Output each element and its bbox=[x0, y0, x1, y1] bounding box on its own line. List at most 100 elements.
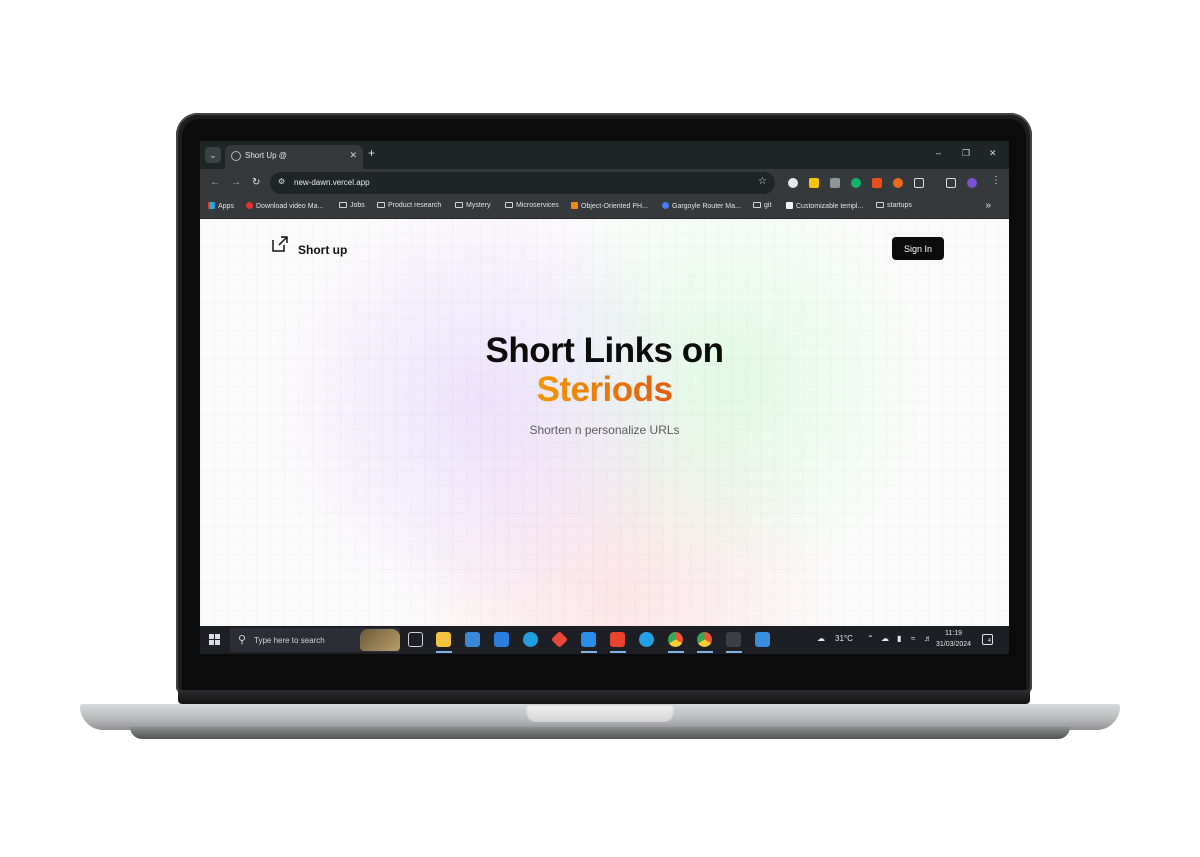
extension-yellow-icon[interactable] bbox=[809, 178, 819, 188]
bookmark-git[interactable]: git bbox=[753, 202, 771, 209]
vscode-icon[interactable] bbox=[581, 632, 596, 647]
bookmark-star-icon[interactable]: ☆ bbox=[758, 176, 767, 187]
notification-icon[interactable]: 4 bbox=[982, 634, 993, 645]
google-icon bbox=[662, 202, 669, 209]
extension-grammarly-icon[interactable] bbox=[851, 178, 861, 188]
browser-toolbar: ← → ↻ ⚙ new-dawn.vercel.app ☆ ⋮ bbox=[200, 169, 1009, 197]
brand-name[interactable]: Short up bbox=[298, 243, 347, 257]
menu-kebab-icon[interactable]: ⋮ bbox=[991, 175, 1001, 186]
template-icon bbox=[786, 202, 793, 209]
running-indicator bbox=[436, 651, 452, 653]
bookmark-download-video[interactable]: Download video Ma... bbox=[246, 202, 323, 210]
edge-icon[interactable] bbox=[523, 632, 538, 647]
sign-in-button[interactable]: Sign In bbox=[892, 237, 944, 260]
terminal-icon[interactable] bbox=[726, 632, 741, 647]
weather-icon[interactable]: ☁ bbox=[817, 634, 825, 643]
browser-tab-strip: ⌄ Short Up @ ✕ + – ❐ ✕ bbox=[200, 141, 1009, 169]
laptop-base-notch bbox=[526, 704, 674, 722]
folder-icon bbox=[377, 202, 385, 208]
bookmark-product-research[interactable]: Product research bbox=[377, 202, 441, 209]
hero-title-line1: Short Links on bbox=[485, 331, 725, 370]
bookmark-object-oriented[interactable]: Object-Oriented PH... bbox=[571, 202, 648, 210]
mail-icon[interactable] bbox=[494, 632, 509, 647]
search-highlight-illustration bbox=[360, 629, 400, 651]
profile-avatar[interactable] bbox=[967, 178, 977, 188]
running-indicator bbox=[581, 651, 597, 653]
search-icon: ⚲ bbox=[238, 634, 247, 646]
wifi-icon[interactable]: ≈ bbox=[911, 634, 915, 643]
hero-subtitle: Shorten n personalize URLs bbox=[529, 423, 680, 437]
clock[interactable]: 11:19 31/03/2024 bbox=[936, 628, 971, 650]
laptop-hinge bbox=[178, 690, 1030, 704]
clock-date: 31/03/2024 bbox=[936, 641, 972, 648]
wps-icon[interactable] bbox=[610, 632, 625, 647]
clock-time: 11:19 bbox=[945, 630, 963, 637]
back-icon[interactable]: ← bbox=[210, 177, 220, 188]
extension-percent-icon[interactable] bbox=[872, 178, 882, 188]
task-view-icon[interactable] bbox=[408, 632, 423, 647]
globe-icon bbox=[231, 151, 241, 161]
tab-title: Short Up @ bbox=[245, 151, 287, 160]
battery-icon[interactable]: ▮ bbox=[897, 634, 901, 643]
file-explorer-icon[interactable] bbox=[436, 632, 451, 647]
extension-orange-icon[interactable] bbox=[893, 178, 903, 188]
blue-app-icon[interactable] bbox=[639, 632, 654, 647]
bookmark-microservices[interactable]: Microservices bbox=[505, 202, 559, 209]
orange-book-icon bbox=[571, 202, 578, 209]
hero-title-accent: Steriods bbox=[536, 370, 673, 409]
onedrive-icon[interactable]: ☁ bbox=[881, 634, 889, 643]
running-indicator bbox=[668, 651, 684, 653]
hero-title-line2: Steriods bbox=[200, 370, 1009, 410]
bookmark-gargoyle[interactable]: Gargoyle Router Ma... bbox=[662, 202, 741, 210]
chrome-profile-icon[interactable] bbox=[697, 632, 712, 647]
folder-icon bbox=[455, 202, 463, 208]
taskbar-search-placeholder[interactable]: Type here to search bbox=[254, 636, 325, 645]
minimize-icon[interactable]: – bbox=[936, 148, 941, 158]
folder-icon bbox=[876, 202, 884, 208]
address-bar[interactable]: ⚙ new-dawn.vercel.app ☆ bbox=[270, 172, 775, 194]
extension-globe-icon[interactable] bbox=[788, 178, 798, 188]
paint-icon[interactable] bbox=[755, 632, 770, 647]
laptop-base-foot bbox=[130, 727, 1070, 739]
forward-icon[interactable]: → bbox=[231, 177, 241, 188]
restore-icon[interactable]: ❐ bbox=[962, 148, 970, 159]
windows-start-icon[interactable] bbox=[209, 634, 221, 646]
extension-vue-icon[interactable] bbox=[830, 178, 840, 188]
bookmark-mystery[interactable]: Mystery bbox=[455, 202, 491, 209]
git-icon[interactable] bbox=[551, 631, 568, 648]
tray-overflow-icon[interactable]: ⌃ bbox=[867, 634, 874, 643]
close-window-icon[interactable]: ✕ bbox=[989, 148, 997, 159]
more-bookmarks-icon[interactable]: » bbox=[985, 200, 991, 211]
tab-search-button[interactable]: ⌄ bbox=[205, 147, 221, 163]
bookmark-startups[interactable]: startups bbox=[876, 202, 912, 209]
web-page: Short up Sign In Short Links on Steriods… bbox=[200, 219, 1009, 626]
store-icon[interactable] bbox=[465, 632, 480, 647]
bookmarks-bar: Apps Download video Ma... Jobs Product r… bbox=[200, 197, 1009, 219]
laptop-screen: ⌄ Short Up @ ✕ + – ❐ ✕ ← → ↻ ⚙ new-dawn.… bbox=[200, 141, 1009, 654]
notification-count: 4 bbox=[988, 638, 991, 644]
running-indicator bbox=[697, 651, 713, 653]
address-bar-url[interactable]: new-dawn.vercel.app bbox=[294, 178, 370, 187]
new-tab-icon[interactable]: + bbox=[368, 146, 375, 160]
close-tab-icon[interactable]: ✕ bbox=[349, 150, 357, 161]
bookmark-apps[interactable]: Apps bbox=[208, 202, 234, 210]
extensions-puzzle-icon[interactable] bbox=[914, 178, 924, 188]
apps-grid-icon bbox=[208, 202, 215, 209]
video-icon bbox=[246, 202, 253, 209]
side-panel-icon[interactable] bbox=[946, 178, 956, 188]
windows-taskbar: ⚲ Type here to search ☁ 31°C ⌃ ☁ ▮ ≈ ♬ 1… bbox=[200, 626, 1009, 654]
bookmark-jobs[interactable]: Jobs bbox=[339, 202, 365, 209]
weather-temperature[interactable]: 31°C bbox=[835, 634, 853, 643]
reload-icon[interactable]: ↻ bbox=[252, 177, 260, 188]
taskbar-search[interactable]: ⚲ Type here to search bbox=[230, 628, 400, 652]
site-info-icon[interactable]: ⚙ bbox=[278, 177, 285, 186]
folder-icon bbox=[339, 202, 347, 208]
running-indicator bbox=[726, 651, 742, 653]
running-indicator bbox=[610, 651, 626, 653]
folder-icon bbox=[753, 202, 761, 208]
external-link-icon bbox=[272, 236, 288, 252]
bookmark-customizable[interactable]: Customizable templ... bbox=[786, 202, 863, 210]
browser-tab-active[interactable]: Short Up @ ✕ bbox=[225, 145, 363, 169]
chrome-icon[interactable] bbox=[668, 632, 683, 647]
volume-icon[interactable]: ♬ bbox=[924, 634, 932, 643]
